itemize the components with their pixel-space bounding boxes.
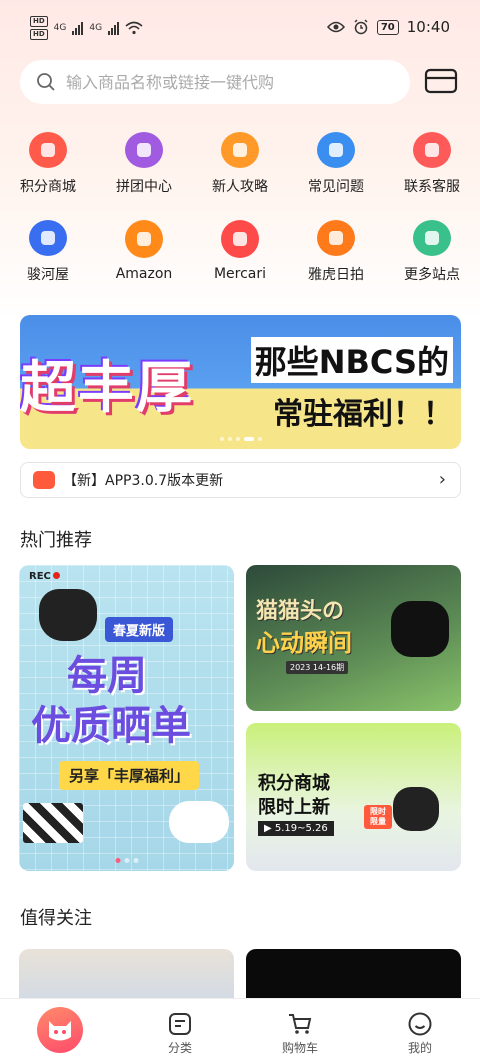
yahoo-auction-icon — [317, 220, 355, 256]
shortcut-item[interactable]: 拼团中心 — [96, 132, 192, 196]
br-line1: 积分商城 — [258, 773, 330, 794]
clapperboard-icon — [23, 803, 83, 843]
cat-camera-icon — [391, 601, 449, 657]
shortcut-label: 骏河屋 — [27, 267, 69, 283]
net2-label: 4G — [89, 23, 103, 33]
tab-category-label: 分类 — [167, 1041, 192, 1055]
shortcut-label: Amazon — [115, 266, 173, 282]
hot-section-title: 热门推荐 — [20, 530, 92, 551]
cat-service-icon — [413, 132, 451, 168]
question-book-icon — [317, 132, 355, 168]
tr-line2: 心动瞬间 — [256, 629, 352, 657]
paw-icon — [169, 801, 229, 843]
chevron-right-icon: › — [438, 469, 446, 490]
tab-mine-label: 我的 — [407, 1041, 432, 1055]
hot-card-pagination — [115, 858, 138, 863]
clover-icon — [413, 220, 451, 256]
tab-home[interactable] — [12, 999, 108, 1061]
battery-indicator: 70 — [376, 19, 399, 35]
treasure-chest-icon — [221, 132, 259, 168]
promo-banner[interactable]: 超丰厚 那些NBCS的 常驻福利！！ — [20, 315, 461, 449]
mercari-icon — [221, 220, 259, 258]
shortcut-label: Mercari — [213, 266, 267, 282]
hd1-label: HD — [30, 16, 48, 27]
search-box[interactable] — [20, 60, 410, 104]
shortcut-grid: 积分商城 拼团中心 新人攻略 常见问题 联系客服骏河屋 Amazon Mercari 雅虎日拍… — [0, 132, 480, 284]
tr-line1: 猫猫头の — [256, 599, 345, 624]
surugaya-icon — [29, 220, 67, 256]
cat-mascot-icon — [39, 589, 97, 641]
update-notice[interactable]: 【新】APP3.0.7版本更新 › — [20, 462, 461, 498]
hot-card-line2: 优质晒单 — [31, 703, 191, 749]
shortcut-label: 更多站点 — [404, 267, 460, 283]
shortcut-label: 新人攻略 — [212, 179, 268, 195]
notice-icon — [33, 471, 55, 489]
bottom-tab-bar: 分类 购物车 我的 — [0, 998, 480, 1061]
hot-card-weekly[interactable]: REC 春夏新版 每周 优质晒单 另享「丰厚福利」 — [19, 565, 234, 871]
hot-card-sub: 另享「丰厚福利」 — [59, 761, 200, 790]
shortcut-item[interactable]: 积分商城 — [0, 132, 96, 196]
shortcut-item[interactable]: 常见问题 — [288, 132, 384, 196]
shortcut-label: 雅虎日拍 — [308, 267, 364, 283]
tr-date: 2023 14-16期 — [286, 661, 349, 674]
hd-indicator: HD HD — [30, 16, 48, 40]
limited-tag: 限时限量 — [364, 805, 392, 829]
tab-cart-label: 购物车 — [281, 1041, 318, 1055]
hot-card-points-mall[interactable]: 积分商城 限时上新 ▶ 5.19~5.26 限时限量 — [246, 723, 461, 871]
banner-big-text: 超丰厚 — [20, 356, 194, 421]
amazon-icon — [125, 220, 163, 258]
br-date: ▶ 5.19~5.26 — [258, 821, 334, 836]
banner-line2: 常驻福利！！ — [273, 397, 453, 432]
notice-text: 【新】APP3.0.7版本更新 — [63, 473, 224, 489]
net1-label: 4G — [53, 23, 67, 33]
cat-reading-icon — [393, 787, 439, 831]
signal-icon-2 — [108, 21, 120, 35]
alarm-icon — [354, 19, 368, 35]
status-left: HD HD 4G 4G — [30, 16, 143, 40]
banner-pagination — [219, 437, 262, 441]
season-tag: 春夏新版 — [105, 617, 174, 642]
message-icon[interactable] — [424, 66, 458, 96]
signal-icon — [72, 21, 84, 35]
banner-line1: 那些NBCS的 — [250, 337, 453, 383]
tab-cart[interactable]: 购物车 — [252, 999, 348, 1061]
profile-face-icon — [408, 1012, 432, 1036]
status-bar: HD HD 4G 4G 70 10:40 — [0, 0, 480, 56]
shortcut-label: 积分商城 — [20, 179, 76, 195]
br-line2: 限时上新 — [258, 797, 330, 818]
category-icon — [169, 1013, 191, 1035]
flower-icon — [125, 132, 163, 168]
cart-icon — [289, 1014, 312, 1034]
search-row — [20, 60, 460, 104]
hot-card-cat-moment[interactable]: 猫猫头の 心动瞬间 2023 14-16期 — [246, 565, 461, 711]
shortcut-label: 联系客服 — [404, 179, 460, 195]
shortcut-item[interactable]: Amazon — [96, 220, 192, 284]
shortcut-item[interactable]: 骏河屋 — [0, 220, 96, 284]
shortcut-item[interactable]: 更多站点 — [384, 220, 480, 284]
shortcut-label: 常见问题 — [308, 179, 364, 195]
status-right: 70 10:40 — [326, 18, 450, 36]
search-input[interactable] — [66, 72, 386, 92]
gift-box-icon — [29, 132, 67, 168]
home-cat-icon — [37, 1007, 83, 1053]
shortcut-item[interactable]: 联系客服 — [384, 132, 480, 196]
hd2-label: HD — [30, 29, 48, 40]
tab-category[interactable]: 分类 — [132, 999, 228, 1061]
wifi-icon — [125, 21, 143, 35]
search-icon — [37, 73, 55, 91]
shortcut-item[interactable]: Mercari — [192, 220, 288, 284]
shortcut-label: 拼团中心 — [116, 179, 172, 195]
shortcut-item[interactable]: 雅虎日拍 — [288, 220, 384, 284]
worth-section-title: 值得关注 — [20, 908, 92, 929]
rec-indicator: REC — [29, 571, 60, 582]
tab-mine[interactable]: 我的 — [372, 999, 468, 1061]
clock-time: 10:40 — [406, 18, 450, 36]
shortcut-item[interactable]: 新人攻略 — [192, 132, 288, 196]
eye-icon — [326, 21, 345, 33]
